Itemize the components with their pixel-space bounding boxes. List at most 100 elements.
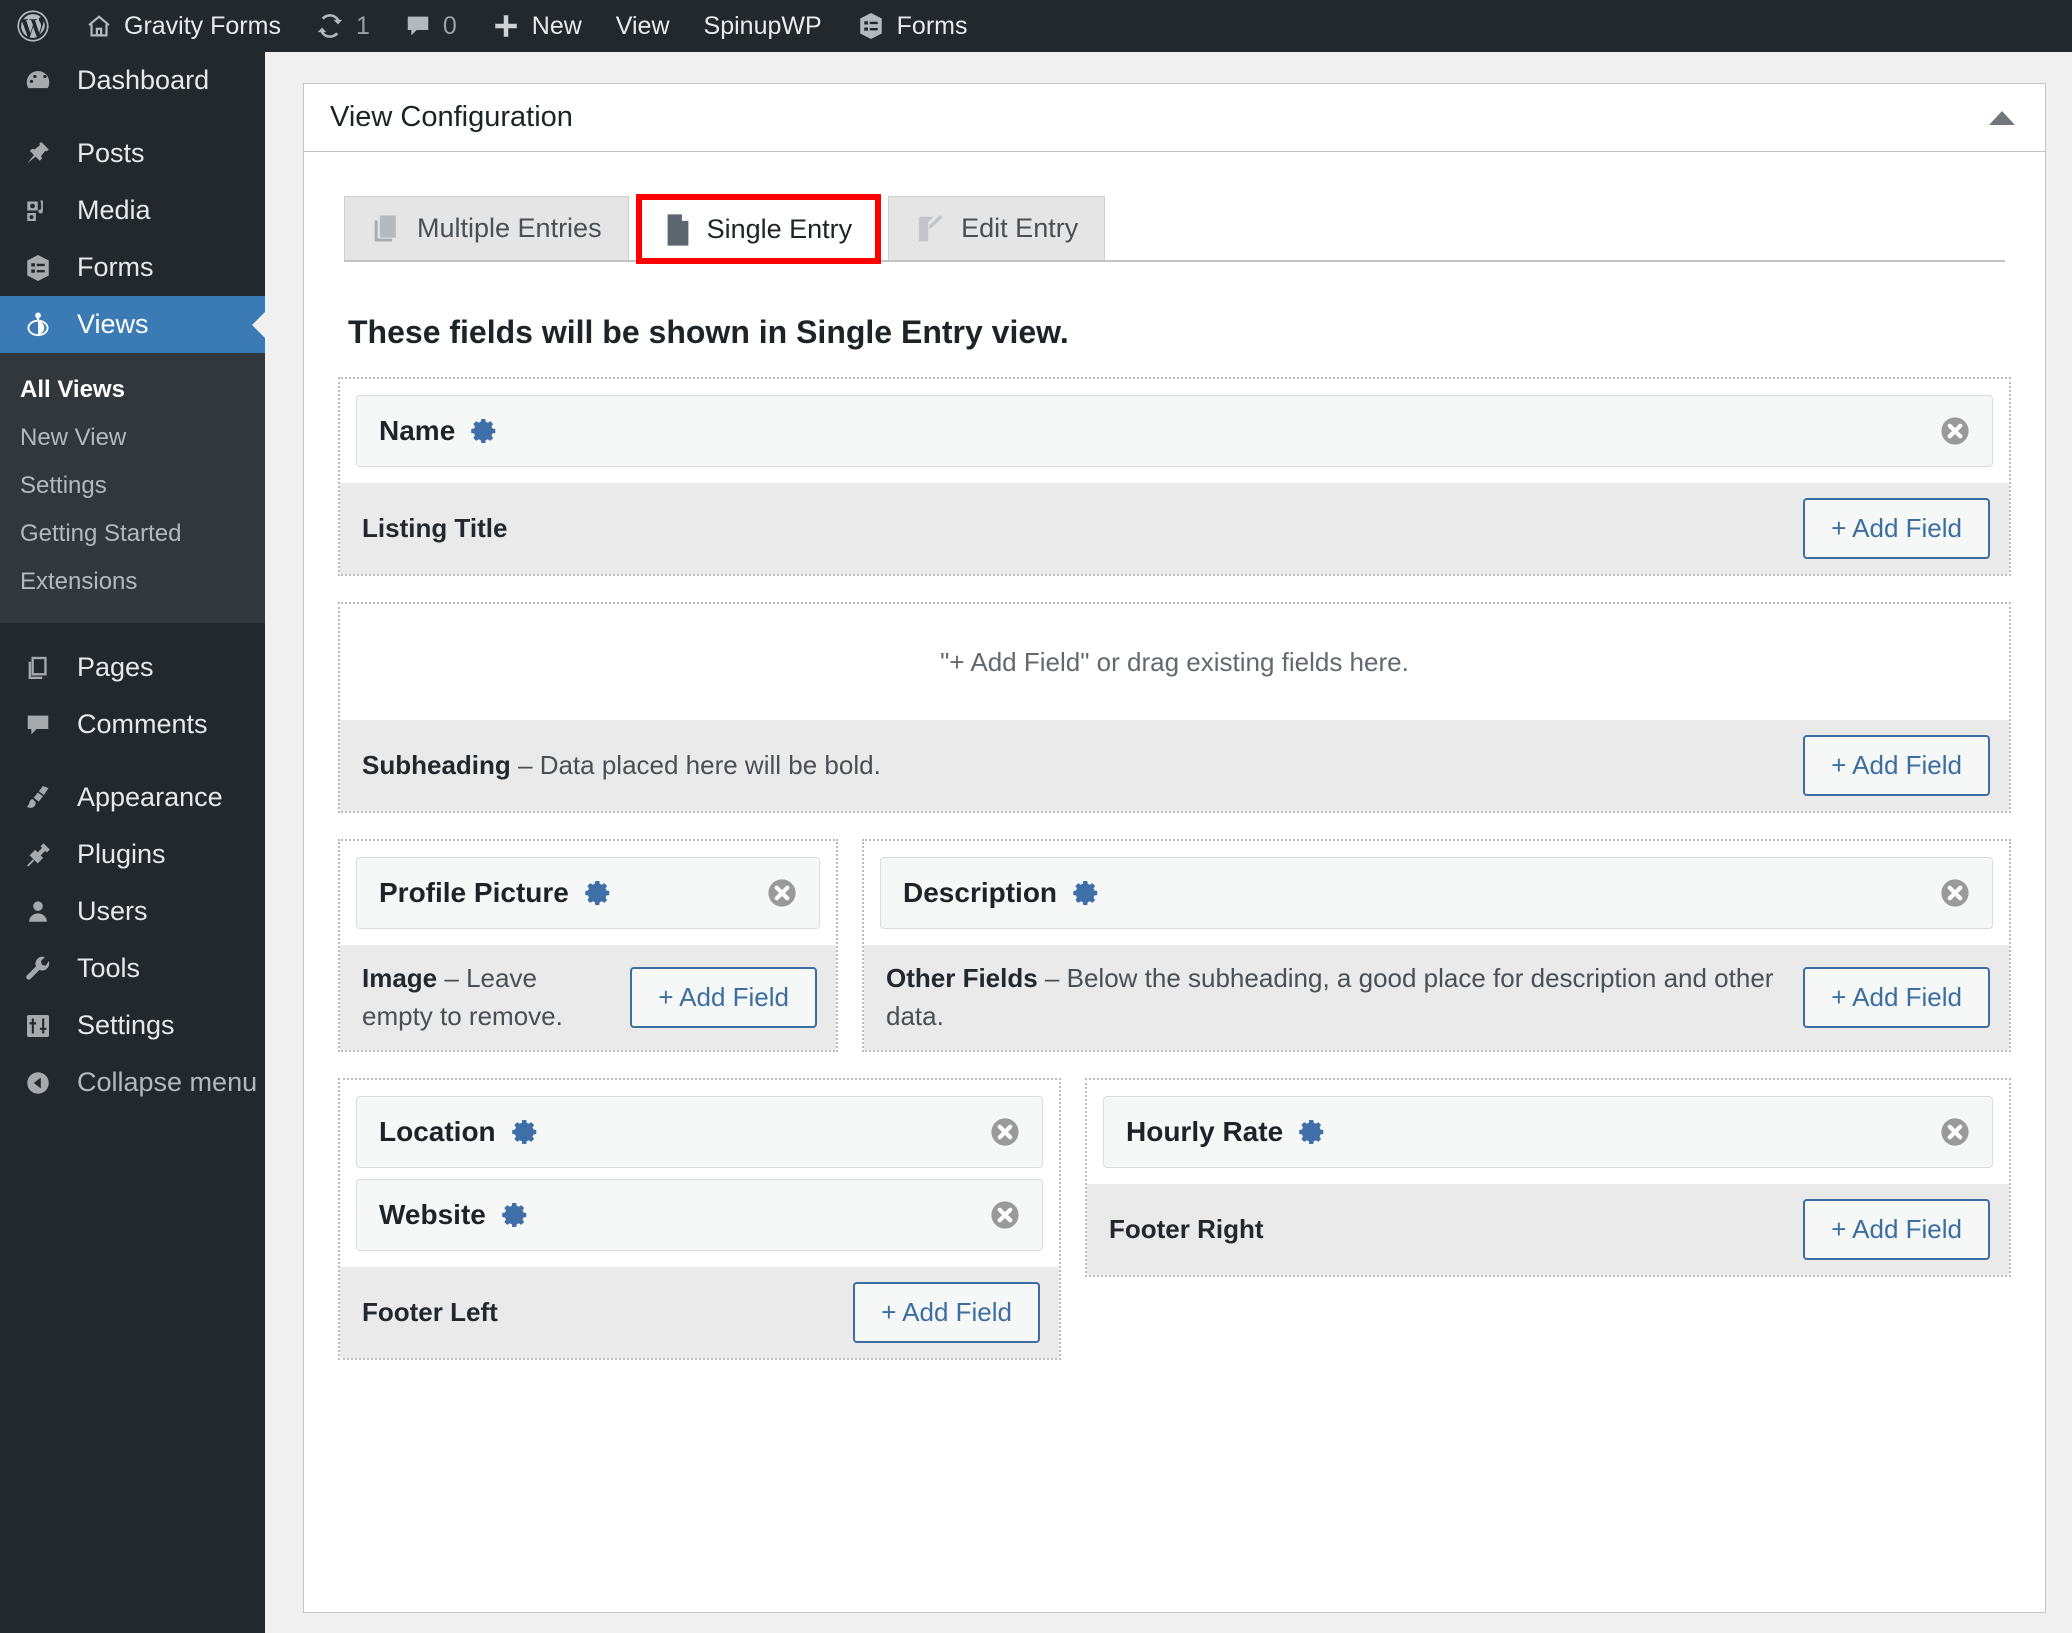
add-field-button[interactable]: + Add Field [1803, 498, 1990, 559]
zone-other-fields: Description Other Fields – Below the sub… [862, 839, 2011, 1053]
view-configuration-tabs: Multiple Entries Single Entry Edit Entry [344, 194, 2005, 264]
gear-icon[interactable] [510, 1117, 540, 1147]
gear-icon[interactable] [1071, 878, 1101, 908]
paintbrush-icon [18, 783, 58, 813]
page-title: View Configuration [330, 101, 573, 133]
sidebar-item-views[interactable]: Views [0, 296, 265, 353]
gear-icon[interactable] [1297, 1117, 1327, 1147]
close-icon[interactable] [1938, 876, 1972, 910]
add-field-button[interactable]: + Add Field [1803, 1199, 1990, 1261]
tab-edit-entry[interactable]: Edit Entry [888, 196, 1106, 260]
sidebar-item-dashboard[interactable]: Dashboard [0, 52, 265, 109]
close-icon[interactable] [765, 876, 799, 910]
sidebar-item-forms[interactable]: Forms [0, 239, 265, 296]
sidebar-item-label: Users [77, 896, 148, 926]
wrench-icon [18, 954, 58, 984]
updates-count: 1 [355, 11, 370, 40]
sidebar-item-comments[interactable]: Comments [0, 696, 265, 753]
close-icon[interactable] [1938, 1115, 1972, 1149]
views-submenu: All Views New View Settings Getting Star… [0, 353, 265, 623]
sidebar-divider [0, 109, 265, 125]
field-box-profile-picture[interactable]: Profile Picture [356, 857, 820, 929]
home-icon [85, 12, 113, 40]
dashboard-icon [18, 66, 58, 96]
admin-sidebar: Dashboard Posts Media Forms Views All Vi… [0, 52, 265, 1633]
sidebar-item-label: Settings [77, 1010, 175, 1040]
add-field-button[interactable]: + Add Field [853, 1282, 1040, 1344]
field-label: Hourly Rate [1126, 1116, 1327, 1148]
adminbar-comments[interactable]: 0 [387, 0, 474, 52]
sidebar-item-label: Tools [77, 953, 141, 983]
section-heading: These fields will be shown in Single Ent… [348, 314, 1069, 350]
adminbar-view-link[interactable]: View [599, 0, 687, 52]
zone-title-fields: Name [340, 379, 2009, 483]
gear-icon[interactable] [469, 416, 499, 446]
pages-icon [18, 654, 58, 682]
adminbar-forms[interactable]: Forms [839, 0, 985, 52]
zone-footer-right-fields: Hourly Rate [1087, 1080, 2009, 1184]
add-field-button[interactable]: + Add Field [630, 967, 817, 1029]
adminbar-view-label: View [615, 11, 670, 40]
submenu-item-settings[interactable]: Settings [0, 462, 265, 510]
wordpress-logo-icon [16, 9, 50, 43]
zone-subheading-fields[interactable]: "+ Add Field" or drag existing fields he… [340, 604, 2009, 720]
plug-icon [18, 840, 58, 870]
submenu-item-new-view[interactable]: New View [0, 414, 265, 462]
adminbar-new-button[interactable]: New [474, 0, 599, 52]
collapse-menu-label: Collapse menu [77, 1067, 258, 1097]
sidebar-item-pages[interactable]: Pages [0, 639, 265, 696]
field-box-location[interactable]: Location [356, 1096, 1043, 1169]
footer-right-column: Hourly Rate Footer Right + Add Field [1085, 1078, 2011, 1278]
field-box-name[interactable]: Name [356, 395, 1993, 467]
field-box-website[interactable]: Website [356, 1179, 1043, 1252]
field-label: Location [379, 1116, 540, 1148]
sidebar-item-media[interactable]: Media [0, 182, 265, 239]
tab-multiple-entries[interactable]: Multiple Entries [344, 196, 629, 260]
forms-icon [18, 253, 58, 283]
field-box-hourly-rate[interactable]: Hourly Rate [1103, 1096, 1993, 1169]
submenu-item-extensions[interactable]: Extensions [0, 558, 265, 606]
adminbar-updates[interactable]: 1 [298, 0, 387, 52]
sidebar-item-label: Plugins [77, 839, 166, 869]
zone-footer-left-footer: Footer Left + Add Field [340, 1267, 1059, 1359]
adminbar-spinupwp-label: SpinupWP [703, 11, 822, 40]
submenu-item-getting-started[interactable]: Getting Started [0, 510, 265, 558]
wordpress-logo-button[interactable] [0, 0, 68, 52]
zone-subheading-footer-text: Subheading – Data placed here will be bo… [362, 749, 881, 780]
adminbar-site-name[interactable]: Gravity Forms [68, 0, 298, 52]
views-icon [18, 309, 58, 341]
triangle-up-icon[interactable] [1985, 101, 2019, 135]
comment-bubble-icon [404, 12, 432, 40]
adminbar-new-label: New [531, 11, 582, 40]
zone-row-footers: Location Website Footer Left + Add Field… [338, 1078, 2011, 1361]
tab-label: Edit Entry [961, 213, 1079, 243]
submenu-item-all-views[interactable]: All Views [0, 366, 265, 414]
sidebar-item-plugins[interactable]: Plugins [0, 826, 265, 883]
collapse-menu-button[interactable]: Collapse menu [0, 1054, 265, 1111]
tab-single-entry[interactable]: Single Entry [637, 196, 880, 262]
adminbar-spinupwp[interactable]: SpinupWP [687, 0, 839, 52]
sidebar-item-posts[interactable]: Posts [0, 125, 265, 182]
sidebar-divider [0, 623, 265, 639]
panel-body: Multiple Entries Single Entry Edit Entry… [304, 152, 2045, 1426]
close-icon[interactable] [988, 1198, 1022, 1232]
field-box-description[interactable]: Description [880, 857, 1993, 929]
sidebar-item-users[interactable]: Users [0, 883, 265, 940]
add-field-button[interactable]: + Add Field [1803, 967, 1990, 1029]
gear-icon[interactable] [583, 878, 613, 908]
zone-title-footer-text: Listing Title [362, 512, 508, 543]
sidebar-item-appearance[interactable]: Appearance [0, 769, 265, 826]
panel-header: View Configuration [304, 84, 2045, 152]
sidebar-item-settings[interactable]: Settings [0, 997, 265, 1054]
gear-icon[interactable] [500, 1200, 530, 1230]
sidebar-item-label: Media [77, 195, 151, 225]
adminbar-forms-label: Forms [896, 11, 968, 40]
close-icon[interactable] [1938, 414, 1972, 448]
page-pencil-icon [915, 213, 945, 245]
collapse-icon [18, 1069, 58, 1097]
view-configuration-panel: View Configuration Multiple Entries Sing… [303, 83, 2046, 1613]
add-field-button[interactable]: + Add Field [1803, 735, 1990, 796]
zone-image-footer: Image – Leave empty to remove. + Add Fie… [340, 945, 836, 1051]
sidebar-item-tools[interactable]: Tools [0, 940, 265, 997]
close-icon[interactable] [988, 1115, 1022, 1149]
